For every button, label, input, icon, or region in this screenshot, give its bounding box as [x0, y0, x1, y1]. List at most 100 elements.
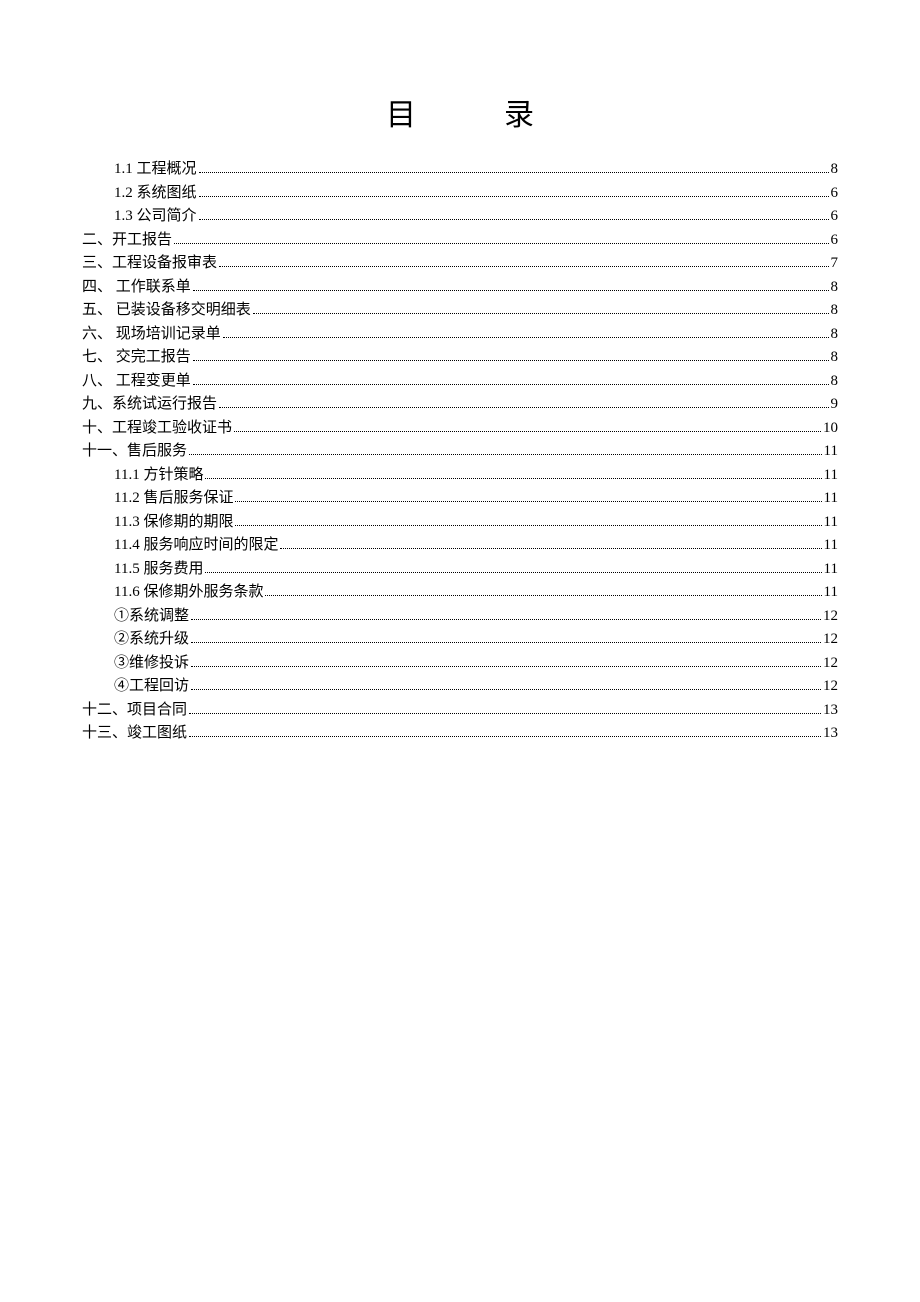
toc-page-number: 11: [824, 491, 838, 506]
toc-page-number: 11: [824, 585, 838, 600]
toc-row: 11.6 保修期外服务条款 11: [82, 585, 838, 600]
toc-leader-dots: [219, 266, 828, 267]
toc-entry-label: 11.3 保修期的期限: [114, 515, 233, 530]
toc-leader-dots: [193, 360, 829, 361]
toc-row: 十三、竣工图纸 13: [82, 726, 838, 741]
toc-leader-dots: [219, 407, 828, 408]
toc-row: 六、 现场培训记录单 8: [82, 327, 838, 342]
toc-entry-label: 11.6 保修期外服务条款: [114, 585, 263, 600]
toc-row: 九、系统试运行报告 9: [82, 397, 838, 412]
toc-page-number: 11: [824, 515, 838, 530]
toc-leader-dots: [189, 713, 821, 714]
toc-entry-label: 1.3 公司简介: [114, 209, 197, 224]
toc-list: 1.1 工程概况 8 1.2 系统图纸 6 1.3 公司简介 6 二、开工报告 6 三、工程设备…: [82, 162, 838, 741]
toc-entry-label: 1.1 工程概况: [114, 162, 197, 177]
toc-page-number: 8: [831, 303, 839, 318]
toc-page-number: 12: [823, 632, 838, 647]
toc-leader-dots: [253, 313, 829, 314]
toc-entry-label: 十、工程竣工验收证书: [82, 421, 232, 436]
toc-row: 十一、售后服务 11: [82, 444, 838, 459]
toc-row: 七、 交完工报告 8: [82, 350, 838, 365]
toc-leader-dots: [234, 431, 821, 432]
toc-leader-dots: [280, 548, 821, 549]
toc-leader-dots: [223, 337, 829, 338]
toc-leader-dots: [174, 243, 828, 244]
toc-page-number: 12: [823, 609, 838, 624]
toc-page-number: 13: [823, 703, 838, 718]
toc-page-number: 13: [823, 726, 838, 741]
toc-entry-label: 八、 工程变更单: [82, 374, 191, 389]
toc-page-number: 10: [823, 421, 838, 436]
toc-page-number: 6: [831, 233, 839, 248]
toc-entry-label: 1.2 系统图纸: [114, 186, 197, 201]
toc-entry-label: 十三、竣工图纸: [82, 726, 187, 741]
toc-leader-dots: [191, 689, 821, 690]
toc-entry-label: 11.4 服务响应时间的限定: [114, 538, 278, 553]
toc-entry-label: ②系统升级: [114, 632, 189, 647]
toc-entry-label: ③维修投诉: [114, 656, 189, 671]
toc-page-number: 11: [824, 538, 838, 553]
toc-row: 11.2 售后服务保证 11: [82, 491, 838, 506]
toc-leader-dots: [265, 595, 821, 596]
toc-page-number: 11: [824, 444, 838, 459]
toc-page-number: 8: [831, 374, 839, 389]
toc-entry-label: 四、 工作联系单: [82, 280, 191, 295]
toc-row: 11.4 服务响应时间的限定 11: [82, 538, 838, 553]
toc-entry-label: 11.1 方针策略: [114, 468, 203, 483]
toc-row: 二、开工报告 6: [82, 233, 838, 248]
toc-leader-dots: [193, 290, 829, 291]
toc-title: 目 录: [82, 90, 838, 134]
toc-entry-label: ④工程回访: [114, 679, 189, 694]
toc-row: 四、 工作联系单8: [82, 280, 838, 295]
toc-leader-dots: [191, 642, 821, 643]
toc-row: ③维修投诉12: [82, 656, 838, 671]
toc-entry-label: 三、工程设备报审表: [82, 256, 217, 271]
toc-page-number: 8: [831, 350, 839, 365]
toc-row: 八、 工程变更单 8: [82, 374, 838, 389]
toc-row: 十、工程竣工验收证书 10: [82, 421, 838, 436]
toc-page-number: 6: [831, 209, 839, 224]
toc-row: 11.3 保修期的期限 11: [82, 515, 838, 530]
toc-row: ④工程回访 12: [82, 679, 838, 694]
toc-entry-label: 十二、项目合同: [82, 703, 187, 718]
toc-entry-label: 六、 现场培训记录单: [82, 327, 221, 342]
toc-page-number: 12: [823, 679, 838, 694]
document-page: 目 录 1.1 工程概况 8 1.2 系统图纸 6 1.3 公司简介 6 二、开工报告 6 三、…: [0, 0, 920, 741]
toc-leader-dots: [189, 736, 821, 737]
toc-leader-dots: [205, 478, 821, 479]
toc-page-number: 8: [831, 327, 839, 342]
toc-page-number: 9: [831, 397, 839, 412]
toc-row: 五、 已装设备移交明细表 8: [82, 303, 838, 318]
toc-entry-label: 二、开工报告: [82, 233, 172, 248]
title-char-2: 录: [504, 90, 534, 134]
toc-entry-label: 九、系统试运行报告: [82, 397, 217, 412]
toc-row: 11.5 服务费用 11: [82, 562, 838, 577]
toc-leader-dots: [191, 666, 821, 667]
toc-row: 十二、项目合同 13: [82, 703, 838, 718]
toc-page-number: 7: [831, 256, 839, 271]
toc-row: 1.3 公司简介 6: [82, 209, 838, 224]
toc-row: ①系统调整 12: [82, 609, 838, 624]
toc-entry-label: ①系统调整: [114, 609, 189, 624]
toc-leader-dots: [235, 525, 821, 526]
toc-entry-label: 五、 已装设备移交明细表: [82, 303, 251, 318]
toc-row: ②系统升级 12: [82, 632, 838, 647]
toc-leader-dots: [199, 219, 829, 220]
toc-page-number: 8: [831, 162, 839, 177]
toc-row: 1.2 系统图纸 6: [82, 186, 838, 201]
toc-page-number: 11: [824, 468, 838, 483]
toc-row: 三、工程设备报审表 7: [82, 256, 838, 271]
toc-leader-dots: [189, 454, 822, 455]
toc-entry-label: 七、 交完工报告: [82, 350, 191, 365]
title-char-1: 目: [386, 90, 416, 134]
toc-page-number: 6: [831, 186, 839, 201]
toc-row: 11.1 方针策略 11: [82, 468, 838, 483]
toc-page-number: 11: [824, 562, 838, 577]
toc-row: 1.1 工程概况 8: [82, 162, 838, 177]
toc-leader-dots: [205, 572, 821, 573]
toc-entry-label: 11.5 服务费用: [114, 562, 203, 577]
toc-entry-label: 十一、售后服务: [82, 444, 187, 459]
toc-leader-dots: [191, 619, 821, 620]
toc-entry-label: 11.2 售后服务保证: [114, 491, 233, 506]
toc-leader-dots: [199, 172, 829, 173]
